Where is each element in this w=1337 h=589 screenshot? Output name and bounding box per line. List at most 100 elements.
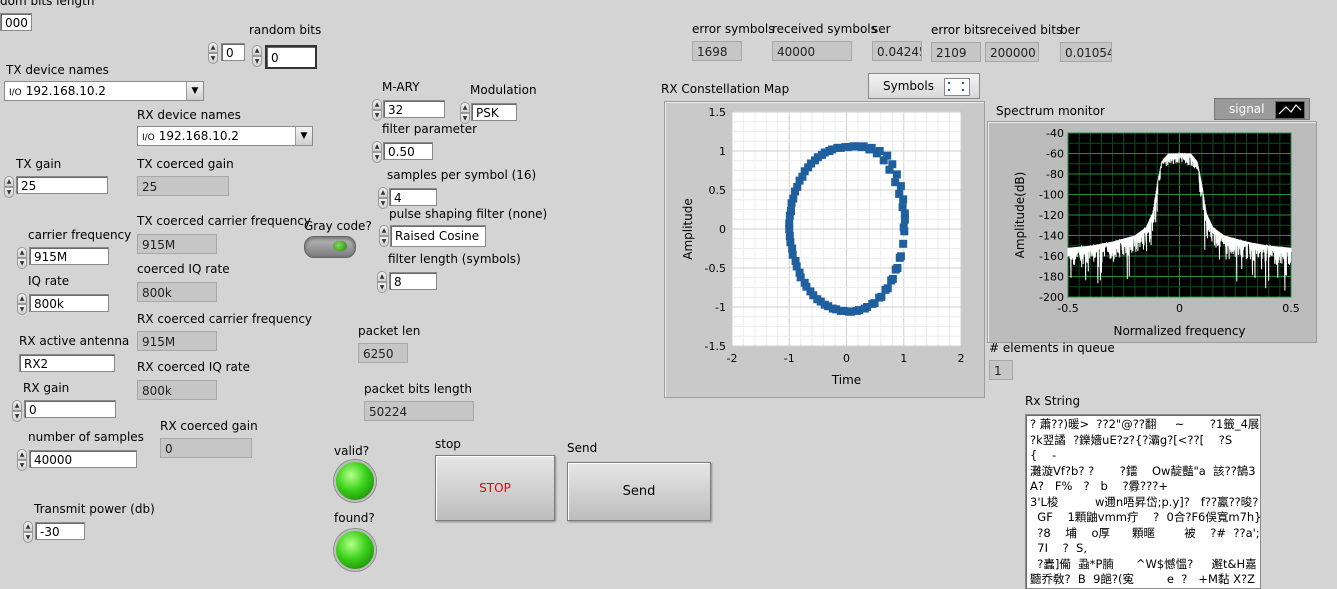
y-axis-label: Amplitude bbox=[681, 198, 695, 260]
packet-len-label: packet len bbox=[358, 324, 421, 338]
mary-field[interactable]: 32 bbox=[383, 100, 445, 118]
tx-power-stepper[interactable]: ▲ ▼ bbox=[23, 521, 33, 543]
coerced-iq-rate-indicator: 800k bbox=[137, 282, 217, 302]
send-button[interactable]: Send bbox=[567, 462, 711, 521]
data-point bbox=[895, 253, 904, 262]
num-samples-stepper[interactable]: ▲ ▼ bbox=[17, 449, 27, 471]
tx-gain-stepper[interactable]: ▲ ▼ bbox=[4, 176, 14, 198]
rx-string-line: 灘漩Vf?b? ? ?鐳 Ow靛豔"a 該??鵠3 bbox=[1030, 463, 1256, 478]
random-bits-b-field[interactable]: 0 bbox=[265, 45, 317, 69]
filter-length-stepper[interactable]: ▲ ▼ bbox=[377, 271, 387, 293]
received-bits-indicator: 200000 bbox=[985, 42, 1039, 62]
random-bits-b-stepper[interactable]: ▲ ▼ bbox=[252, 45, 262, 67]
data-point bbox=[820, 300, 829, 309]
data-point bbox=[841, 143, 850, 152]
valid-led-icon bbox=[334, 460, 376, 502]
tx-device-select[interactable]: I/O 192.168.10.2 ▼ bbox=[4, 81, 204, 101]
iq-rate-label: IQ rate bbox=[28, 274, 70, 288]
rx-string-display[interactable]: ? 蕭??)暖> ??2"@??翻 ~ ?1籤_4展 ?k翌譎 ?鑠嬙uE?z?{… bbox=[1025, 414, 1261, 589]
rx-string-line: { - bbox=[1030, 448, 1057, 462]
random-bits-a-stepper[interactable]: ▲ ▼ bbox=[208, 42, 218, 64]
constellation-title: RX Constellation Map bbox=[661, 82, 790, 96]
data-point bbox=[800, 278, 809, 287]
rx-coerced-carrier-indicator: 915M bbox=[137, 331, 217, 351]
data-point bbox=[872, 149, 881, 158]
stop-button[interactable]: STOP bbox=[435, 455, 555, 521]
num-samples-field[interactable]: 40000 bbox=[29, 450, 137, 468]
x-tick-label: -2 bbox=[727, 352, 738, 365]
found-led-icon bbox=[334, 529, 376, 571]
spectrum-legend[interactable]: signal bbox=[1214, 98, 1310, 120]
data-point bbox=[825, 147, 834, 155]
rx-gain-field[interactable]: 0 bbox=[24, 400, 116, 418]
y-axis-label: Amplitude(dB) bbox=[1013, 172, 1027, 259]
y-tick-label: -80 bbox=[1046, 168, 1064, 181]
data-point bbox=[806, 287, 815, 296]
data-point bbox=[898, 203, 907, 212]
filter-parameter-field[interactable]: 0.50 bbox=[383, 142, 433, 160]
error-bits-indicator: 2109 bbox=[931, 42, 981, 62]
carrier-frequency-field[interactable]: 915M bbox=[29, 247, 109, 265]
packet-len-indicator: 6250 bbox=[358, 343, 408, 363]
gray-code-toggle[interactable] bbox=[304, 236, 356, 258]
rx-string-line: ?k翌譎 ?鑠嬙uE?z?{?灞g?[<??[ ?S bbox=[1030, 432, 1233, 447]
pulse-shaping-field[interactable]: Raised Cosine bbox=[390, 225, 486, 247]
filter-parameter-label: filter parameter bbox=[382, 122, 478, 136]
num-samples-label: number of samples bbox=[28, 430, 144, 444]
rx-coerced-iq-indicator: 800k bbox=[137, 380, 217, 400]
data-point bbox=[813, 295, 822, 304]
queue-label: # elements in queue bbox=[989, 341, 1115, 355]
random-bits-length-field[interactable]: 000 bbox=[0, 13, 32, 31]
tx-coerced-carrier-indicator: 915M bbox=[137, 234, 217, 254]
data-point bbox=[895, 189, 904, 198]
rx-device-select[interactable]: I/O 192.168.10.2 ▼ bbox=[137, 126, 313, 146]
iq-rate-field[interactable]: 800k bbox=[29, 294, 109, 312]
tx-coerced-gain-indicator: 25 bbox=[137, 176, 229, 196]
filter-length-label: filter length (symbols) bbox=[388, 252, 521, 266]
random-bits-a-field[interactable]: 0 bbox=[221, 43, 245, 61]
rx-coerced-carrier-label: RX coerced carrier frequency bbox=[137, 312, 313, 326]
data-point bbox=[860, 304, 869, 313]
rx-antenna-field[interactable]: RX2 bbox=[19, 354, 115, 372]
data-point bbox=[788, 244, 797, 253]
rx-device-label: RX device names bbox=[137, 108, 241, 122]
spectrum-graph-panel: -0.5 0 0.5 -40 -60 -80 -100 -120 -140 -160 -180 -20… bbox=[987, 121, 1317, 343]
data-point bbox=[857, 143, 866, 152]
tx-device-label: TX device names bbox=[6, 63, 109, 77]
tx-power-field[interactable]: -30 bbox=[35, 522, 85, 540]
data-point bbox=[833, 143, 842, 152]
constellation-legend[interactable]: Symbols bbox=[868, 73, 980, 99]
data-point bbox=[865, 145, 874, 154]
chevron-down-icon[interactable]: ▼ bbox=[186, 82, 203, 100]
random-bits-length-label: dom bits length bbox=[0, 0, 95, 8]
y-tick-label: -1 bbox=[715, 301, 726, 314]
data-point bbox=[887, 276, 896, 285]
y-tick-label: -140 bbox=[1039, 230, 1064, 243]
iq-rate-stepper[interactable]: ▲ ▼ bbox=[17, 293, 27, 315]
modulation-field[interactable]: PSK bbox=[471, 103, 517, 121]
rx-string-line: GF 1顆鼬vmm疔 ? 0合?F6俁寬m7h}U bbox=[1030, 510, 1261, 524]
y-tick-label: -1.5 bbox=[705, 340, 726, 353]
tx-device-value: 192.168.10.2 bbox=[25, 84, 106, 98]
chevron-down-icon[interactable]: ▼ bbox=[295, 127, 312, 145]
packet-bits-length-label: packet bits length bbox=[364, 382, 472, 396]
data-point bbox=[899, 239, 908, 248]
data-point bbox=[900, 227, 909, 236]
tx-gain-field[interactable]: 25 bbox=[16, 176, 108, 194]
pulse-shaping-stepper[interactable]: ▲ ▼ bbox=[379, 225, 389, 247]
queue-indicator: 1 bbox=[989, 360, 1013, 380]
samples-per-symbol-field[interactable]: 4 bbox=[389, 188, 437, 206]
rx-gain-stepper[interactable]: ▲ ▼ bbox=[12, 400, 22, 422]
data-point bbox=[791, 256, 800, 265]
samples-per-symbol-stepper[interactable]: ▲ ▼ bbox=[378, 187, 388, 209]
ser-indicator: 0.04245 bbox=[872, 41, 922, 61]
rx-coerced-iq-label: RX coerced IQ rate bbox=[137, 360, 250, 374]
filter-length-field[interactable]: 8 bbox=[389, 272, 437, 290]
modulation-stepper[interactable]: ▲ ▼ bbox=[460, 102, 470, 124]
mary-stepper[interactable]: ▲ ▼ bbox=[372, 99, 382, 121]
carrier-frequency-stepper[interactable]: ▲ ▼ bbox=[17, 247, 27, 269]
x-tick-label: 0 bbox=[843, 352, 850, 365]
filter-parameter-stepper[interactable]: ▲ ▼ bbox=[372, 141, 382, 163]
data-point bbox=[793, 182, 802, 191]
tx-coerced-carrier-label: TX coerced carrier frequency bbox=[137, 214, 312, 228]
